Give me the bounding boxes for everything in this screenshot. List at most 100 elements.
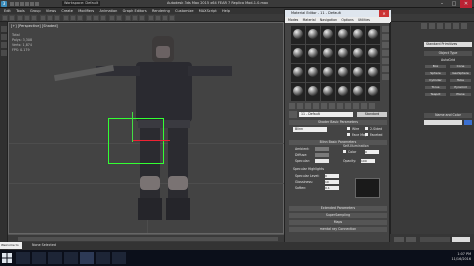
rollout-supersampling[interactable]: SuperSampling	[289, 213, 387, 218]
material-slot[interactable]	[351, 83, 365, 101]
layer-manager-icon[interactable]	[125, 15, 131, 21]
save-icon[interactable]	[20, 2, 24, 6]
material-name-field[interactable]: 11 - Default	[299, 112, 353, 117]
rollout-extended[interactable]: Extended Parameters	[289, 206, 387, 211]
menu-navigation[interactable]: Navigation	[320, 17, 337, 23]
workspace-dropdown[interactable]: Workspace: Default	[62, 1, 101, 6]
opacity-field[interactable]: 100	[361, 159, 375, 163]
material-slot[interactable]	[291, 83, 305, 101]
material-slot[interactable]	[291, 45, 305, 63]
self-illum-value[interactable]: 0	[365, 150, 379, 154]
material-slot[interactable]	[291, 26, 305, 44]
assign-material-icon[interactable]	[305, 103, 311, 109]
media-player-icon[interactable]	[112, 252, 126, 264]
go-forward-sibling-icon[interactable]	[369, 103, 375, 109]
minimize-button[interactable]: –	[436, 0, 448, 8]
uv-tiling-icon[interactable]	[382, 50, 389, 56]
material-slot[interactable]	[321, 26, 335, 44]
sample-type-icon[interactable]	[382, 26, 389, 32]
show-map-icon[interactable]	[345, 103, 351, 109]
search-icon[interactable]	[16, 252, 30, 264]
bind-space-warp-icon[interactable]	[31, 15, 37, 21]
menu-options[interactable]: Options	[341, 17, 353, 23]
selection-icon[interactable]	[1, 42, 7, 48]
pyramid-button[interactable]: Pyramid	[449, 85, 472, 90]
close-button[interactable]: ✕	[460, 0, 472, 8]
maximize-button[interactable]: □	[448, 0, 460, 8]
video-color-check-icon[interactable]	[382, 58, 389, 64]
put-to-scene-icon[interactable]	[297, 103, 303, 109]
modify-tab-icon[interactable]	[429, 23, 435, 29]
redo-icon[interactable]	[30, 2, 34, 6]
file-explorer-icon[interactable]	[48, 252, 62, 264]
graphite-tools-icon[interactable]	[1, 26, 7, 32]
make-preview-icon[interactable]	[382, 66, 389, 72]
current-frame-field[interactable]	[452, 237, 470, 242]
snap-icon[interactable]	[86, 15, 92, 21]
link-icon[interactable]	[17, 15, 23, 21]
redo-icon[interactable]	[9, 15, 15, 21]
cylinder-button[interactable]: Cylinder	[424, 78, 447, 83]
schematic-view-icon[interactable]	[139, 15, 145, 21]
windows-start-icon[interactable]	[2, 253, 12, 263]
material-slot[interactable]	[336, 45, 350, 63]
motion-tab-icon[interactable]	[445, 23, 451, 29]
material-slot[interactable]	[366, 26, 380, 44]
unlink-icon[interactable]	[24, 15, 30, 21]
display-tab-icon[interactable]	[453, 23, 459, 29]
rollout-blinn-basic[interactable]: Blinn Basic Parameters	[289, 140, 387, 145]
object-paint-icon[interactable]	[1, 50, 7, 56]
auto-key-button[interactable]	[394, 237, 404, 242]
render-frame-icon[interactable]	[162, 15, 168, 21]
object-name-field[interactable]	[424, 120, 462, 125]
go-to-parent-icon[interactable]	[361, 103, 367, 109]
material-slot[interactable]	[336, 26, 350, 44]
render-setup-icon[interactable]	[155, 15, 161, 21]
torus-button[interactable]: Torus	[424, 85, 447, 90]
ambient-swatch[interactable]	[315, 147, 329, 151]
two-sided-checkbox[interactable]	[365, 127, 368, 130]
playback-controls[interactable]	[420, 237, 450, 242]
make-unique-icon[interactable]	[321, 103, 327, 109]
material-slot[interactable]	[366, 83, 380, 101]
utilities-tab-icon[interactable]	[461, 23, 467, 29]
name-and-color-rollout[interactable]: Name and Color	[424, 113, 472, 118]
material-slot[interactable]	[351, 45, 365, 63]
put-to-library-icon[interactable]	[329, 103, 335, 109]
project-folder-icon[interactable]	[35, 2, 39, 6]
new-file-icon[interactable]	[10, 2, 14, 6]
3dsmax-taskbar-icon[interactable]	[80, 252, 94, 264]
menu-material[interactable]: Material	[303, 17, 316, 23]
open-file-icon[interactable]	[15, 2, 19, 6]
primitive-type-dropdown[interactable]: Standard Primitives	[424, 42, 472, 47]
move-icon[interactable]	[63, 15, 69, 21]
menu-utilities[interactable]: Utilities	[358, 17, 370, 23]
geosphere-button[interactable]: GeoSphere	[449, 71, 472, 76]
options-icon[interactable]	[382, 74, 389, 80]
material-slot[interactable]	[351, 26, 365, 44]
autogrid-label[interactable]: AutoGrid	[441, 58, 455, 62]
sphere-button[interactable]: Sphere	[424, 71, 447, 76]
material-slot[interactable]	[351, 64, 365, 82]
show-end-result-icon[interactable]	[353, 103, 359, 109]
specular-level-field[interactable]: 0	[325, 174, 339, 178]
box-button[interactable]: Box	[424, 64, 447, 69]
material-editor-icon[interactable]	[148, 15, 154, 21]
material-slot[interactable]	[366, 45, 380, 63]
material-slot[interactable]	[321, 83, 335, 101]
wire-checkbox[interactable]	[347, 127, 350, 130]
rollout-mental-ray[interactable]: mental ray Connection	[289, 227, 387, 232]
eyedropper-icon[interactable]	[289, 111, 297, 118]
face-map-checkbox[interactable]	[347, 133, 350, 136]
undo-icon[interactable]	[25, 2, 29, 6]
angle-snap-icon[interactable]	[93, 15, 99, 21]
faceted-checkbox[interactable]	[365, 133, 368, 136]
menu-modes[interactable]: Modes	[288, 17, 298, 23]
viewport-label[interactable]: [+] [Perspective] [Shaded]	[11, 24, 58, 28]
plane-button[interactable]: Plane	[449, 92, 472, 97]
material-slot[interactable]	[306, 64, 320, 82]
rollout-shader-basic[interactable]: Shader Basic Parameters	[289, 120, 387, 125]
reset-map-icon[interactable]	[313, 103, 319, 109]
material-slot[interactable]	[306, 45, 320, 63]
material-slot[interactable]	[336, 64, 350, 82]
